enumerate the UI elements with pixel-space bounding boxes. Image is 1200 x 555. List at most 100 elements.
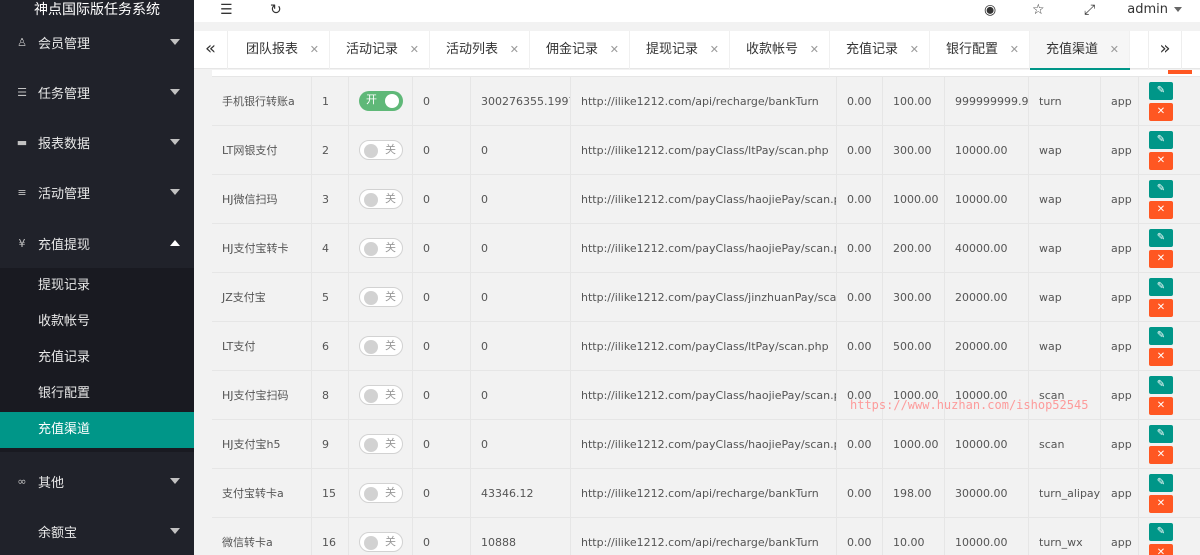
submenu-item[interactable]: 收款帐号 [0,304,194,340]
tabs-menu-icon[interactable] [1184,31,1200,69]
submenu-item[interactable]: 充值渠道 [0,412,194,448]
sidebar-item-7[interactable]: 余额宝 [0,506,194,555]
status-toggle[interactable]: 开 [359,91,403,111]
theme-palette-icon[interactable]: ◉ [984,2,996,18]
close-icon[interactable]: ✕ [1010,31,1019,69]
delete-button[interactable]: ✕ [1149,299,1173,317]
edit-button[interactable]: ✎ [1149,376,1173,394]
tab-item[interactable]: 银行配置 ✕ [930,31,1030,69]
toggle-knob [364,487,378,501]
cell-sort: 0 [413,126,471,175]
pencil-icon: ✎ [1156,330,1166,341]
tab-item[interactable]: 收款帐号 ✕ [730,31,830,69]
delete-button[interactable]: ✕ [1149,250,1173,268]
table-row: 支付宝转卡a 15 关 0 43346.12 http://ilike1212.com/a… [212,469,1200,518]
sidebar-item-2[interactable]: ☰ 任务管理 [0,67,194,117]
close-icon[interactable]: ✕ [1110,31,1119,69]
tab-item[interactable]: 提现记录 ✕ [630,31,730,69]
delete-button[interactable] [1168,70,1192,74]
edit-button[interactable]: ✎ [1149,180,1173,198]
sidebar-item-6[interactable]: ∞ 其他 [0,456,194,506]
delete-button[interactable]: ✕ [1149,152,1173,170]
close-icon[interactable]: ✕ [910,31,919,69]
delete-button[interactable]: ✕ [1149,348,1173,366]
status-toggle[interactable]: 关 [359,189,403,209]
cell-account: 0 [471,224,571,273]
pencil-icon: ✎ [1156,428,1166,439]
sidebar-item-4[interactable]: ≡ 活动管理 [0,167,194,217]
toggle-label: 关 [385,241,396,254]
edit-button[interactable]: ✎ [1149,523,1173,541]
edit-button[interactable]: ✎ [1149,131,1173,149]
sidebar-item-1[interactable]: ♙ 会员管理 [0,17,194,67]
cell-sort: 0 [413,273,471,322]
status-toggle[interactable]: 关 [359,385,403,405]
user-menu[interactable]: admin [1127,2,1182,17]
cell-url: http://ilike1212.com/payClass/haojiePay/… [571,371,837,420]
edit-button[interactable]: ✎ [1149,278,1173,296]
tabs-scroll-right-icon[interactable]: » [1148,31,1182,69]
status-toggle[interactable]: 关 [359,532,403,552]
cell-account: 43346.12 [471,469,571,518]
tab-item[interactable]: 佣金记录 ✕ [530,31,630,69]
cell-account: 0 [471,273,571,322]
sidebar: 神点国际版任务系统 ♙ 会员管理 ☰ 任务管理 ▬ 报表数据 ≡ 活动管理 ¥ 充值提现 ∞ 其他 余额… [0,0,194,555]
fullscreen-icon[interactable]: ⤢ [1084,2,1095,18]
status-toggle[interactable]: 关 [359,434,403,454]
status-toggle[interactable]: 关 [359,238,403,258]
cell-min: 10.00 [883,518,945,555]
sidebar-item-5[interactable]: ¥ 充值提现 [0,218,194,268]
tab-item[interactable]: 活动记录 ✕ [330,31,430,69]
tab-item[interactable]: 团队报表 ✕ [230,31,330,69]
cell-id: 16 [312,518,349,555]
sidebar-item-label: 会员管理 [38,36,91,52]
delete-button[interactable]: ✕ [1149,103,1173,121]
cell-platform: app [1101,224,1139,273]
sidebar-item-label: 余额宝 [38,525,78,541]
edit-button[interactable]: ✎ [1149,425,1173,443]
trash-icon: ✕ [1156,204,1166,215]
toggle-label: 关 [385,290,396,303]
edit-button[interactable]: ✎ [1149,229,1173,247]
tab-label: 活动列表 [446,42,499,57]
delete-button[interactable]: ✕ [1149,397,1173,415]
delete-button[interactable]: ✕ [1149,201,1173,219]
cell-actions: ✎ ✕ [1139,420,1200,469]
status-toggle[interactable]: 关 [359,287,403,307]
submenu-item[interactable]: 提现记录 [0,268,194,304]
sidebar-item-3[interactable]: ▬ 报表数据 [0,117,194,167]
close-icon[interactable]: ✕ [310,31,319,69]
delete-button[interactable]: ✕ [1149,446,1173,464]
tab-item[interactable]: 充值渠道 ✕ [1030,31,1130,70]
close-icon[interactable]: ✕ [410,31,419,69]
toggle-label: 关 [385,437,396,450]
close-icon[interactable]: ✕ [810,31,819,69]
close-icon[interactable]: ✕ [510,31,519,69]
cell-sort: 0 [413,469,471,518]
tab-item[interactable]: 充值记录 ✕ [830,31,930,69]
cell-url: http://ilike1212.com/api/recharge/bankTu… [571,469,837,518]
cell-sort: 0 [413,175,471,224]
toggle-label: 关 [385,339,396,352]
pencil-icon: ✎ [1156,526,1166,537]
close-icon[interactable]: ✕ [710,31,719,69]
submenu-item[interactable]: 银行配置 [0,376,194,412]
tab-item[interactable]: 活动列表 ✕ [430,31,530,69]
toggle-knob [364,193,378,207]
refresh-icon[interactable]: ↻ [270,2,282,18]
close-icon[interactable]: ✕ [610,31,619,69]
delete-button[interactable]: ✕ [1149,495,1173,513]
edit-button[interactable]: ✎ [1149,82,1173,100]
tabs-scroll-left-icon[interactable]: « [194,31,228,69]
submenu-item[interactable]: 充值记录 [0,340,194,376]
menu-collapse-icon[interactable]: ☰ [220,2,233,18]
tag-icon[interactable]: ☆ [1032,2,1045,18]
status-toggle[interactable]: 关 [359,336,403,356]
edit-button[interactable]: ✎ [1149,327,1173,345]
cell-fee: 0.00 [837,175,883,224]
edit-button[interactable]: ✎ [1149,474,1173,492]
status-toggle[interactable]: 关 [359,483,403,503]
delete-button[interactable]: ✕ [1149,544,1173,555]
status-toggle[interactable]: 关 [359,140,403,160]
cell-sort: 0 [413,224,471,273]
